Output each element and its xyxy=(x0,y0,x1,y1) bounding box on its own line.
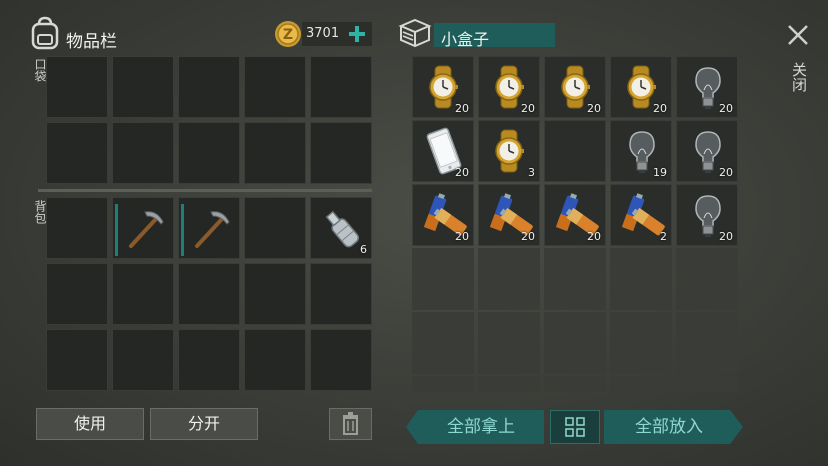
pickaxe-icon xyxy=(117,202,171,256)
backpack-slot[interactable] xyxy=(310,329,372,391)
container-slot[interactable]: 20 xyxy=(544,56,606,118)
container-slot[interactable]: 20 xyxy=(610,56,672,118)
backpack-slot[interactable] xyxy=(178,263,240,325)
item-count: 20 xyxy=(587,102,601,115)
grid-sort-icon xyxy=(565,417,585,437)
trash-button[interactable] xyxy=(329,408,372,440)
item-count: 20 xyxy=(719,166,733,179)
divider xyxy=(38,189,372,192)
box-title: 小盒子 xyxy=(441,30,490,49)
container-slot[interactable] xyxy=(412,312,474,374)
close-label: 关闭 xyxy=(790,62,808,92)
container-slot[interactable]: 20 xyxy=(676,184,738,246)
pocket-slot[interactable] xyxy=(310,122,372,184)
container-slot[interactable]: 20 xyxy=(676,56,738,118)
container-slot[interactable] xyxy=(610,248,672,310)
container-slot[interactable]: 2 xyxy=(610,184,672,246)
container-slot[interactable] xyxy=(610,312,672,374)
container-slot[interactable] xyxy=(544,248,606,310)
coin-count: 3701 xyxy=(306,26,340,41)
box-icon xyxy=(398,17,432,49)
put-all-label: 全部放入 xyxy=(635,417,703,437)
item-count: 3 xyxy=(528,166,535,179)
container-slot[interactable] xyxy=(676,248,738,310)
item-count: 19 xyxy=(653,166,667,179)
container-slot[interactable] xyxy=(544,376,606,392)
trash-icon xyxy=(343,412,358,435)
pocket-slot[interactable] xyxy=(244,56,306,118)
container-slot[interactable] xyxy=(478,376,540,392)
container-slot[interactable] xyxy=(478,312,540,374)
close-icon xyxy=(788,25,808,45)
item-count: 20 xyxy=(455,102,469,115)
container-slot[interactable] xyxy=(610,376,672,392)
backpack-slot[interactable] xyxy=(112,197,174,259)
container-slot[interactable] xyxy=(676,312,738,374)
add-coins-button[interactable] xyxy=(346,22,368,46)
backpack-icon xyxy=(30,16,60,50)
svg-text:Z: Z xyxy=(283,27,293,43)
take-all-button[interactable]: 全部拿上 xyxy=(406,410,546,444)
coin-icon: Z xyxy=(274,20,302,48)
backpack-slot[interactable] xyxy=(46,263,108,325)
pocket-label: 口袋 xyxy=(33,58,47,82)
close-button[interactable]: 关闭 xyxy=(785,22,811,102)
use-button[interactable]: 使用 xyxy=(36,408,144,440)
pocket-slot[interactable] xyxy=(178,56,240,118)
pickaxe-icon xyxy=(183,202,237,256)
backpack-slot[interactable] xyxy=(310,263,372,325)
item-count: 20 xyxy=(455,166,469,179)
pocket-slot[interactable] xyxy=(244,122,306,184)
container-slot[interactable]: 20 xyxy=(478,184,540,246)
pocket-slot[interactable] xyxy=(46,122,108,184)
backpack-slot[interactable]: 6 xyxy=(310,197,372,259)
pocket-slot[interactable] xyxy=(46,56,108,118)
backpack-slot[interactable] xyxy=(46,197,108,259)
container-slot[interactable]: 20 xyxy=(544,184,606,246)
pocket-slot[interactable] xyxy=(178,122,240,184)
container-slot[interactable] xyxy=(676,376,738,392)
item-count: 20 xyxy=(719,102,733,115)
backpack-slot[interactable] xyxy=(178,329,240,391)
durability-bar xyxy=(115,204,118,256)
backpack-slot[interactable] xyxy=(112,329,174,391)
backpack-slot[interactable] xyxy=(46,329,108,391)
item-count: 6 xyxy=(360,243,367,256)
item-count: 2 xyxy=(660,230,667,243)
backpack-slot[interactable] xyxy=(244,329,306,391)
pocket-slot[interactable] xyxy=(112,122,174,184)
item-count: 20 xyxy=(521,230,535,243)
split-button[interactable]: 分开 xyxy=(150,408,258,440)
container-slot[interactable] xyxy=(544,120,606,182)
durability-bar xyxy=(181,204,184,256)
backpack-slot[interactable] xyxy=(178,197,240,259)
container-slot[interactable]: 20 xyxy=(412,56,474,118)
item-count: 20 xyxy=(719,230,733,243)
container-slot[interactable] xyxy=(478,248,540,310)
item-count: 20 xyxy=(653,102,667,115)
item-count: 20 xyxy=(521,102,535,115)
backpack-slot[interactable] xyxy=(244,263,306,325)
backpack-slot[interactable] xyxy=(112,263,174,325)
container-slot[interactable]: 20 xyxy=(478,56,540,118)
sort-button[interactable] xyxy=(550,410,600,444)
container-slot[interactable]: 20 xyxy=(412,184,474,246)
backpack-label: 背包 xyxy=(33,200,47,224)
take-all-label: 全部拿上 xyxy=(447,417,515,437)
container-slot[interactable]: 20 xyxy=(676,120,738,182)
backpack-slot[interactable] xyxy=(244,197,306,259)
container-slot[interactable]: 19 xyxy=(610,120,672,182)
inventory-title: 物品栏 xyxy=(66,32,117,52)
item-count: 20 xyxy=(455,230,469,243)
container-slot[interactable] xyxy=(412,376,474,392)
pocket-slot[interactable] xyxy=(310,56,372,118)
item-count: 20 xyxy=(587,230,601,243)
container-slot[interactable]: 3 xyxy=(478,120,540,182)
container-slot[interactable] xyxy=(412,248,474,310)
container-slot[interactable] xyxy=(544,312,606,374)
put-all-button[interactable]: 全部放入 xyxy=(604,410,744,444)
pocket-slot[interactable] xyxy=(112,56,174,118)
container-slot[interactable]: 20 xyxy=(412,120,474,182)
